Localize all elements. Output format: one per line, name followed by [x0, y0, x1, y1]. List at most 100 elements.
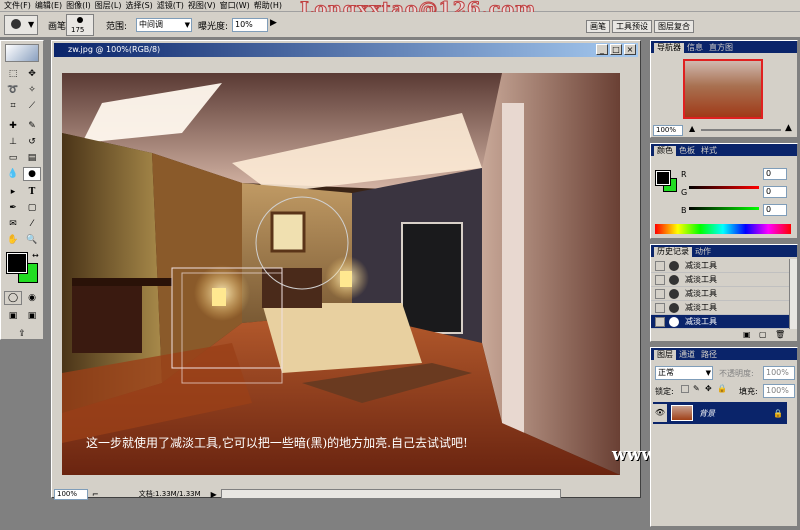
status-arrow-icon[interactable]: ⌐ [92, 490, 99, 499]
marquee-tool-icon[interactable]: ⬚ [4, 67, 22, 81]
clone-stamp-icon[interactable]: ⊥ [4, 135, 22, 149]
move-tool-icon[interactable]: ✥ [23, 67, 41, 81]
menu-filter[interactable]: 滤镜(T) [157, 0, 184, 12]
green-value[interactable]: 0 [763, 186, 787, 198]
trash-icon[interactable]: 🗑 [775, 330, 785, 339]
blend-mode-select[interactable]: 正常 ▼ [655, 366, 713, 380]
blur-tool-icon[interactable]: 💧 [4, 167, 22, 181]
zoom-out-icon[interactable]: ▲ [689, 124, 695, 133]
dodge-tool-icon[interactable]: ● [23, 167, 41, 181]
menu-view[interactable]: 视图(V) [188, 0, 216, 12]
history-item[interactable]: 减淡工具 [651, 259, 789, 273]
standard-mode-icon[interactable]: ◯ [4, 291, 22, 305]
swap-colors-icon[interactable]: ↔ [32, 251, 39, 260]
history-brush-source-icon[interactable] [655, 316, 665, 327]
tab-layers[interactable]: 图层 [654, 350, 676, 360]
green-slider[interactable] [689, 207, 759, 210]
layer-row[interactable]: 👁 背景 🔒 [653, 402, 787, 424]
menu-layer[interactable]: 图层(L) [95, 0, 122, 12]
opacity-input[interactable]: 100% [763, 366, 795, 380]
crop-tool-icon[interactable]: ⌗ [4, 99, 22, 113]
eraser-tool-icon[interactable]: ▭ [4, 151, 22, 165]
tab-swatches[interactable]: 色板 [676, 146, 698, 156]
shape-tool-icon[interactable]: ▢ [23, 201, 41, 215]
type-tool-icon[interactable]: T [23, 185, 41, 199]
tab-paths[interactable]: 路径 [698, 350, 720, 360]
red-value[interactable]: 0 [763, 168, 787, 180]
menu-window[interactable]: 窗口(W) [220, 0, 250, 12]
lock-transparency-icon[interactable] [681, 385, 689, 393]
tab-styles[interactable]: 样式 [698, 146, 720, 156]
history-item[interactable]: 减淡工具 [651, 273, 789, 287]
history-item[interactable]: 减淡工具 [651, 287, 789, 301]
foreground-color-swatch[interactable] [6, 252, 28, 274]
screen-mode-icon[interactable]: ▣ [4, 309, 22, 323]
menu-select[interactable]: 选择(S) [125, 0, 152, 12]
new-snapshot-icon[interactable]: ▢ [759, 330, 767, 339]
healing-brush-icon[interactable]: ✚ [4, 119, 22, 133]
navigator-zoom[interactable]: 100% [653, 125, 683, 136]
path-select-icon[interactable]: ▸ [4, 185, 22, 199]
tab-brushes[interactable]: 画笔 [586, 20, 610, 33]
maximize-button[interactable]: □ [610, 44, 622, 55]
hand-tool-icon[interactable]: ✋ [4, 233, 22, 247]
tab-history[interactable]: 历史记录 [654, 247, 692, 257]
history-item[interactable]: 减淡工具 [651, 301, 789, 315]
menu-image[interactable]: 图像(I) [66, 0, 91, 12]
chevron-right-icon[interactable]: ▶ [270, 18, 277, 28]
horizontal-scrollbar[interactable] [220, 489, 561, 499]
history-brush-source-icon[interactable] [655, 260, 665, 271]
history-brush-source-icon[interactable] [655, 274, 665, 285]
tab-actions[interactable]: 动作 [692, 247, 714, 257]
document-title-bar[interactable]: zw.jpg @ 100%(RGB/8) _ □ × [54, 43, 638, 57]
color-ramp[interactable] [655, 224, 791, 234]
tab-layer-comps[interactable]: 图层复合 [654, 20, 694, 33]
gradient-tool-icon[interactable]: ▤ [23, 151, 41, 165]
menu-file[interactable]: 文件(F) [4, 0, 31, 12]
tool-preset-picker[interactable]: ▼ [4, 15, 38, 35]
menu-help[interactable]: 帮助(H) [254, 0, 282, 12]
lock-move-icon[interactable]: ✥ [705, 384, 712, 393]
red-slider[interactable] [689, 186, 759, 189]
history-scrollbar[interactable] [789, 259, 797, 329]
magic-wand-icon[interactable]: ✧ [23, 83, 41, 97]
history-brush-source-icon[interactable] [655, 288, 665, 299]
eyedropper-icon[interactable]: ⁄ [23, 217, 41, 231]
history-brush-icon[interactable]: ↺ [23, 135, 41, 149]
fullscreen-mode-icon[interactable]: ▣ [23, 309, 41, 323]
jump-to-imageready-icon[interactable]: ⇪ [13, 327, 31, 341]
quickmask-mode-icon[interactable]: ◉ [23, 291, 41, 305]
new-document-icon[interactable]: ▣ [743, 330, 751, 339]
tab-channels[interactable]: 通道 [676, 350, 698, 360]
zoom-tool-icon[interactable]: 🔍 [23, 233, 41, 247]
brush-tool-icon[interactable]: ✎ [23, 119, 41, 133]
fill-input[interactable]: 100% [763, 384, 795, 398]
minimize-button[interactable]: _ [596, 44, 608, 55]
zoom-in-icon[interactable]: ▲ [785, 123, 792, 133]
tab-navigator[interactable]: 导航器 [654, 43, 684, 53]
pen-tool-icon[interactable]: ✒ [4, 201, 22, 215]
lock-brush-icon[interactable]: ✎ [693, 384, 700, 393]
close-button[interactable]: × [624, 44, 636, 55]
range-select[interactable]: 中间调 ▼ [136, 18, 192, 32]
history-item-selected[interactable]: 减淡工具 [651, 315, 789, 329]
chevron-right-icon[interactable]: ▶ [211, 490, 217, 499]
notes-tool-icon[interactable]: ✉ [4, 217, 22, 231]
lock-all-icon[interactable]: 🔒 [717, 384, 727, 393]
eye-icon[interactable]: 👁 [653, 404, 667, 422]
navigator-zoom-slider[interactable] [701, 129, 781, 131]
color-fg-swatch[interactable] [655, 170, 671, 186]
blue-value[interactable]: 0 [763, 204, 787, 216]
exposure-input[interactable]: 10% [232, 18, 268, 32]
tab-info[interactable]: 信息 [684, 43, 706, 53]
menu-edit[interactable]: 编辑(E) [35, 0, 62, 12]
slice-tool-icon[interactable]: ⟋ [23, 99, 41, 113]
zoom-field[interactable]: 100% [54, 488, 88, 500]
image-canvas[interactable]: 这一步就使用了减淡工具,它可以把一些暗(黑)的地方加亮.自己去试试吧! [62, 73, 620, 475]
tab-tool-presets[interactable]: 工具预设 [612, 20, 652, 33]
lasso-tool-icon[interactable]: ➰ [4, 83, 22, 97]
history-brush-source-icon[interactable] [655, 302, 665, 313]
brush-picker[interactable]: 175 [66, 14, 94, 36]
tab-color[interactable]: 颜色 [654, 146, 676, 156]
navigator-thumbnail[interactable] [683, 59, 763, 119]
